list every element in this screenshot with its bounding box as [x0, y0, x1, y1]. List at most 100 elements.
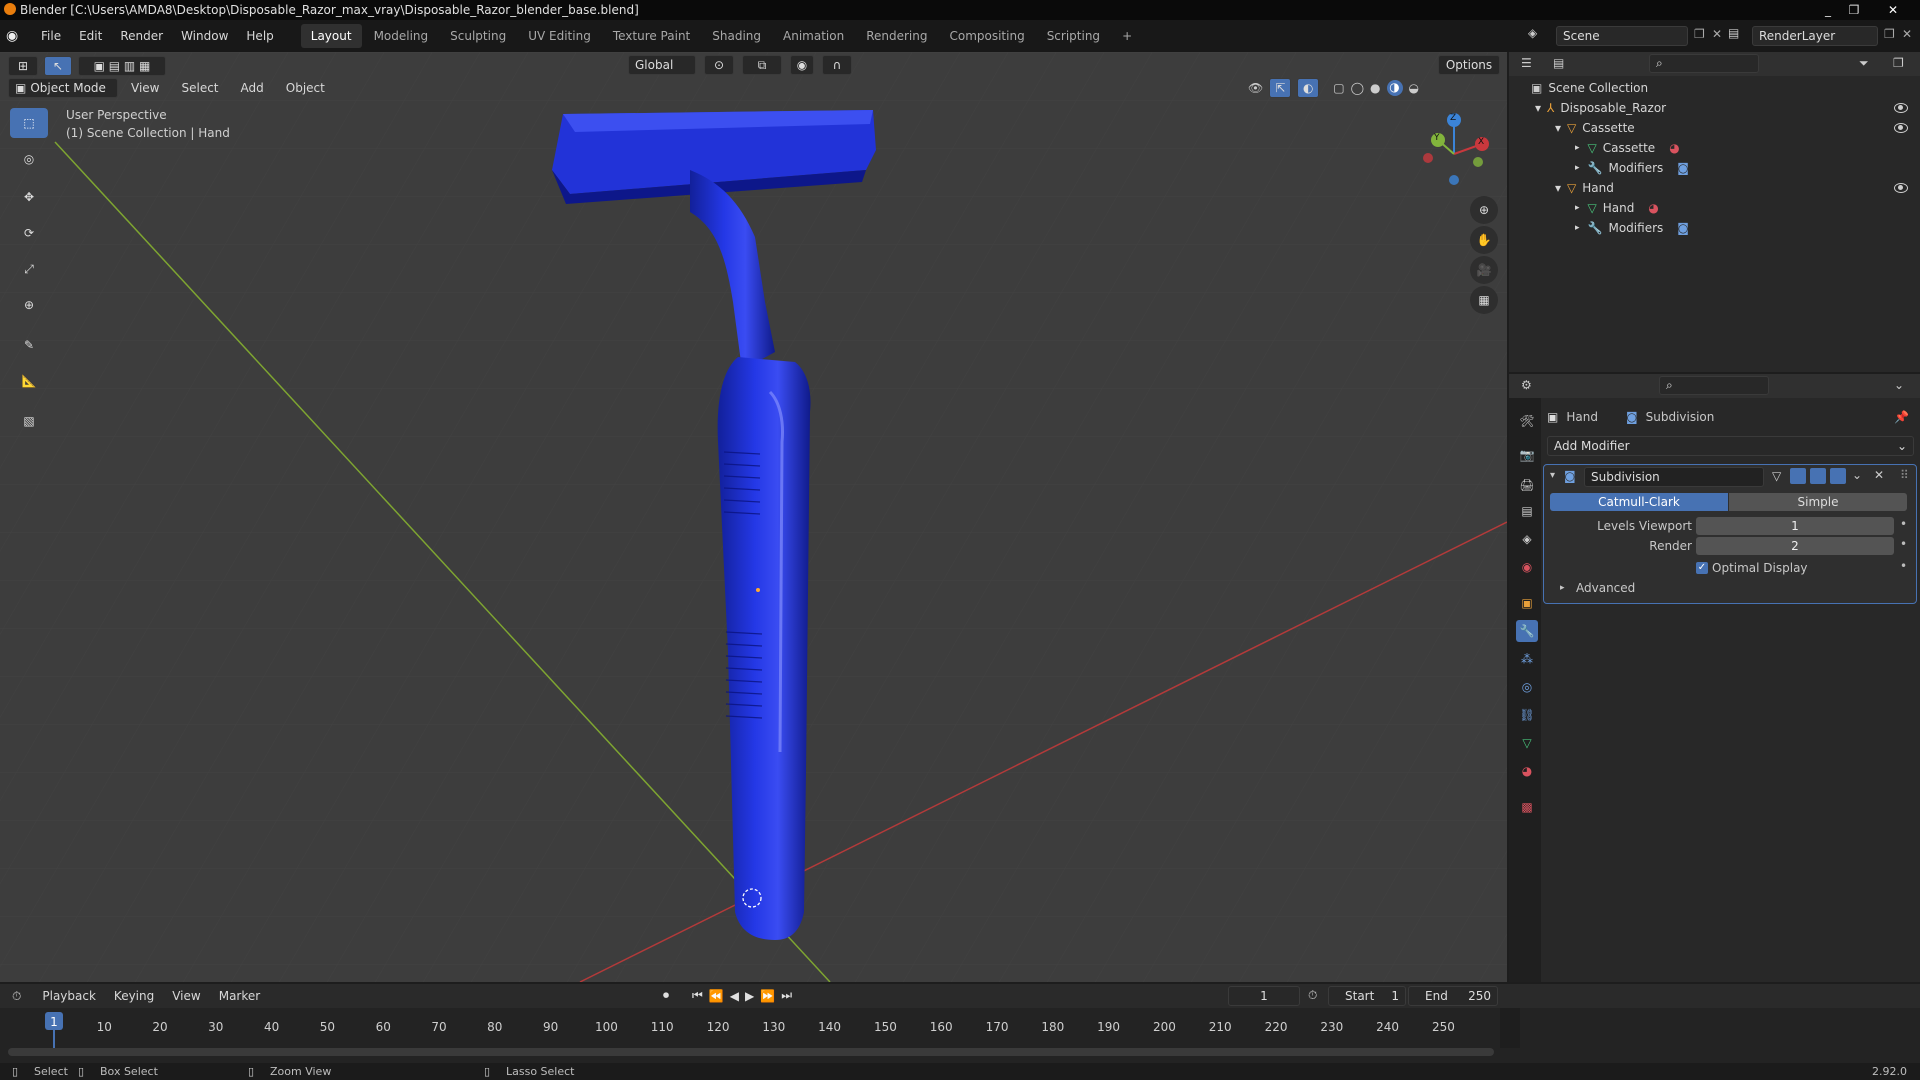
tab-scripting[interactable]: Scripting: [1037, 24, 1110, 48]
menu-render[interactable]: Render: [111, 29, 172, 43]
play-icon[interactable]: ▶: [745, 989, 754, 1003]
minimize-button[interactable]: _: [1816, 1, 1840, 18]
delete-scene-icon[interactable]: ✕: [1712, 27, 1722, 41]
particles-tab-icon[interactable]: ⁂: [1516, 648, 1538, 670]
eye-icon[interactable]: [1894, 103, 1908, 113]
scene-icon[interactable]: ◈: [1528, 26, 1546, 44]
collapse-arrow-icon[interactable]: ▾: [1550, 470, 1555, 481]
select-box-modes[interactable]: ▣ ▤ ▥ ▦: [78, 56, 166, 76]
outliner-editor-icon[interactable]: ☰: [1521, 56, 1532, 70]
outliner-item-hand-modifiers[interactable]: ▸ 🔧 Modifiers ◙: [1575, 218, 1689, 238]
new-layer-icon[interactable]: ❐: [1884, 27, 1895, 41]
timeline-menu-playback[interactable]: Playback: [33, 989, 105, 1003]
outliner-item-hand-mesh[interactable]: ▸ ▽ Hand ◕: [1575, 198, 1659, 218]
view-layer-tab-icon[interactable]: ▤: [1516, 500, 1538, 522]
scene-selector[interactable]: Scene: [1556, 26, 1688, 46]
viewport-toggle-icon[interactable]: [1810, 468, 1826, 484]
properties-editor-icon[interactable]: ⚙: [1521, 378, 1532, 392]
close-window-button[interactable]: ✕: [1868, 1, 1918, 18]
material-shading-icon[interactable]: ◑: [1386, 80, 1403, 96]
material-tab-icon[interactable]: ◕: [1516, 760, 1538, 782]
jump-end-icon[interactable]: ⏭: [781, 988, 792, 1003]
constraints-tab-icon[interactable]: ⛓: [1516, 704, 1538, 726]
overlay-toggle-icon[interactable]: ◐: [1297, 78, 1320, 98]
outliner-item-cassette[interactable]: ▾ ▽ Cassette: [1555, 118, 1920, 138]
output-tab-icon[interactable]: 🖨: [1516, 474, 1538, 496]
measure-tool-icon[interactable]: 📐: [10, 366, 48, 396]
zoom-icon[interactable]: ⊕: [1470, 196, 1498, 224]
annotate-tool-icon[interactable]: ✎: [10, 330, 48, 360]
timeline-menu-marker[interactable]: Marker: [210, 989, 269, 1003]
expand-icon[interactable]: ▾: [1535, 101, 1541, 115]
restore-button[interactable]: ❐: [1842, 1, 1866, 18]
menu-window[interactable]: Window: [172, 29, 237, 43]
ortho-grid-icon[interactable]: ▦: [1470, 286, 1498, 314]
pivot-icon[interactable]: ⊙: [704, 55, 734, 75]
play-reverse-icon[interactable]: ◀: [730, 989, 739, 1003]
tool-tab-icon[interactable]: 🛠: [1516, 410, 1538, 432]
wireframe-shading-icon[interactable]: ◯: [1351, 81, 1364, 95]
keyframe-dot-icon[interactable]: •: [1900, 559, 1907, 573]
viewport-menu-add[interactable]: Add: [232, 81, 273, 95]
viewport-menu-view[interactable]: View: [122, 81, 168, 95]
select-mode-icon[interactable]: ↖: [44, 56, 72, 76]
levels-viewport-field[interactable]: 1: [1696, 517, 1894, 535]
properties-search[interactable]: ⌕: [1659, 376, 1769, 395]
catmull-clark-button[interactable]: Catmull-Clark: [1550, 493, 1728, 511]
delete-layer-icon[interactable]: ✕: [1902, 27, 1912, 41]
pan-hand-icon[interactable]: ✋: [1470, 226, 1498, 254]
physics-tab-icon[interactable]: ◎: [1516, 676, 1538, 698]
render-layer-icon[interactable]: ▤: [1728, 26, 1739, 40]
outliner-root[interactable]: ▣ Scene Collection: [1531, 78, 1648, 98]
outliner-item-disposable-razor[interactable]: ▾ ⅄ Disposable_Razor: [1535, 98, 1920, 118]
pin-icon[interactable]: 📌: [1894, 410, 1909, 424]
camera-view-icon[interactable]: 🎥: [1470, 256, 1498, 284]
render-toggle-icon[interactable]: [1830, 468, 1846, 484]
tab-rendering[interactable]: Rendering: [856, 24, 937, 48]
blender-menu-icon[interactable]: ◉: [6, 28, 28, 44]
tab-texture-paint[interactable]: Texture Paint: [603, 24, 700, 48]
remove-modifier-icon[interactable]: ✕: [1874, 468, 1884, 482]
add-modifier-button[interactable]: Add Modifier ⌄: [1547, 436, 1914, 456]
timeline-menu-keying[interactable]: Keying: [105, 989, 163, 1003]
modifier-menu-icon[interactable]: ⌄: [1852, 468, 1862, 482]
start-frame-field[interactable]: Start 1: [1328, 986, 1406, 1006]
clock-icon[interactable]: ⏱: [1308, 988, 1317, 1003]
select-box-tool[interactable]: ⬚: [10, 108, 48, 138]
expand-icon[interactable]: ▾: [1555, 121, 1561, 135]
render-levels-field[interactable]: 2: [1696, 537, 1894, 555]
cage-toggle-icon[interactable]: [1790, 468, 1806, 484]
render-layer-selector[interactable]: RenderLayer: [1752, 26, 1878, 46]
solid-shading-icon[interactable]: ●: [1370, 81, 1380, 95]
menu-help[interactable]: Help: [237, 29, 282, 43]
display-mode-icon[interactable]: ▤: [1553, 56, 1564, 70]
rotate-tool-icon[interactable]: ⟳: [10, 218, 48, 248]
keyframe-dot-icon[interactable]: •: [1900, 517, 1907, 531]
tab-sculpting[interactable]: Sculpting: [440, 24, 516, 48]
tab-modeling[interactable]: Modeling: [364, 24, 439, 48]
options-button[interactable]: Options: [1438, 55, 1500, 75]
collapse-icon[interactable]: ▸: [1575, 163, 1580, 173]
expand-icon[interactable]: ▾: [1555, 181, 1561, 195]
visibility-icon[interactable]: 👁: [1248, 81, 1263, 95]
scene-tab-icon[interactable]: ◈: [1516, 528, 1538, 550]
timeline-scrollbar[interactable]: [8, 1048, 1494, 1056]
proportional-icon[interactable]: ◉: [790, 55, 814, 75]
new-collection-icon[interactable]: ❐: [1893, 56, 1904, 70]
jump-start-icon[interactable]: ⏮: [692, 988, 703, 1003]
drag-handle-icon[interactable]: ⠿: [1900, 468, 1909, 482]
outliner-search[interactable]: ⌕: [1649, 54, 1759, 73]
move-tool-icon[interactable]: ✥: [10, 182, 48, 212]
outliner-item-cassette-modifiers[interactable]: ▸ 🔧 Modifiers ◙: [1575, 158, 1689, 178]
render-tab-icon[interactable]: 📷: [1516, 444, 1538, 466]
viewport-menu-object[interactable]: Object: [277, 81, 334, 95]
transform-orientation[interactable]: Global: [628, 55, 696, 75]
xray-icon[interactable]: ▢: [1333, 81, 1344, 95]
world-tab-icon[interactable]: ◉: [1516, 556, 1538, 578]
eye-icon[interactable]: [1894, 123, 1908, 133]
timeline-editor-icon[interactable]: ⏱: [12, 989, 21, 1004]
filter-icon[interactable]: ⏷: [1859, 56, 1869, 71]
collapse-icon[interactable]: ▸: [1575, 203, 1580, 213]
properties-options-icon[interactable]: ⌄: [1894, 378, 1904, 392]
collapse-icon[interactable]: ▸: [1575, 223, 1580, 233]
